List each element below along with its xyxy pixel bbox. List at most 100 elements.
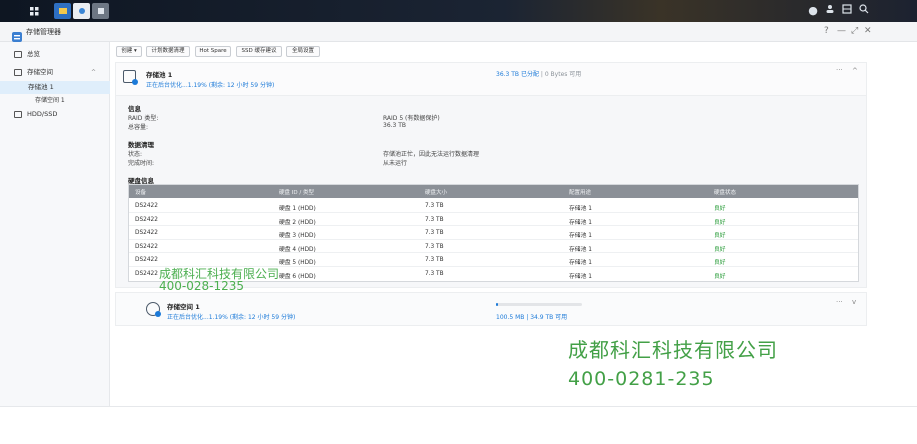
sidebar-item-label: 存储池 1 [28,83,54,91]
cell-allocation: 存储池 1 [569,206,592,212]
cell-disk-id: 硬盘 5 (HDD) [279,260,316,266]
table-row[interactable]: DS2422 硬盘 3 (HDD) 7.3 TB 存储池 1 良好 [129,226,858,240]
cell-device: DS2422 [135,257,158,263]
scrub-status-value: 存储池正忙，因此无法运行数据清理 [383,151,480,158]
sidebar-item-storage-pool-1[interactable]: 存储池 1 [0,81,110,94]
hot-spare-button[interactable]: Hot Spare [195,46,231,57]
pool-status: 正在后台优化...1.19% (剩余: 12 小时 59 分钟) [146,82,275,89]
column-header[interactable]: 硬盘 ID / 类型 [279,188,314,196]
total-capacity-label: 总容量: [128,124,149,131]
cell-allocation: 存储池 1 [569,260,592,266]
table-row[interactable]: DS2422 硬盘 2 (HDD) 7.3 TB 存储池 1 良好 [129,213,858,226]
create-button[interactable]: 创建 ▾ [116,46,142,57]
storage-icon [14,69,22,76]
column-header[interactable]: 硬盘大小 [425,188,447,196]
sidebar-item-volume-1[interactable]: 存储空间 1 [0,94,110,107]
cell-device: DS2422 [135,230,158,236]
app-title: 存储管理器 [26,28,61,36]
cell-allocation: 存储池 1 [569,273,592,280]
ssd-cache-advisor-button[interactable]: SSD 缓存建议 [236,46,282,57]
sidebar-item-label: 存储空间 1 [35,97,65,104]
chat-icon[interactable]: ● [806,4,820,18]
cell-size: 7.3 TB [425,230,444,236]
maximize-button[interactable]: ⤢ [851,26,858,36]
cell-status: 良好 [714,260,726,266]
cell-disk-id: 硬盘 4 (HDD) [279,246,316,253]
table-row[interactable]: DS2422 硬盘 1 (HDD) 7.3 TB 存储池 1 良好 [129,199,858,213]
scrub-last-label: 完成时间: [128,160,155,167]
pool-capacity-used: 36.3 TB 已分配 [496,71,539,78]
cell-device: DS2422 [135,216,158,223]
cell-status: 良好 [714,246,726,253]
table-header: 设备 硬盘 ID / 类型 硬盘大小 配置用途 硬盘状态 [129,185,858,198]
global-settings-button[interactable]: 全局设置 [286,46,320,57]
volume-name: 存储空间 1 [167,303,200,311]
chevron-up-icon[interactable]: ^ [91,66,96,79]
column-header[interactable]: 配置用途 [569,188,591,196]
column-header[interactable]: 硬盘状态 [714,188,736,196]
pool-capacity: 36.3 TB 已分配 | 0 Bytes 可用 [496,69,581,78]
cell-status: 良好 [714,206,726,212]
grid-icon[interactable] [26,3,43,19]
scrub-status-label: 状态: [128,151,143,158]
watermark-phone-large: 400-0281-235 [568,368,715,390]
help-button[interactable]: ? [824,26,829,36]
cell-size: 7.3 TB [425,203,444,209]
storage-pool-1-card[interactable] [115,62,867,96]
cell-status: 良好 [714,233,726,239]
watermark-company-large: 成都科汇科技有限公司 [568,338,778,362]
volume-capacity: 100.5 MB | 34.9 TB 可用 [496,314,568,321]
collapse-icon[interactable]: ^ [852,67,858,75]
total-capacity-value: 36.3 TB [383,122,407,129]
cell-size: 7.3 TB [425,257,444,263]
overview-icon [14,51,22,58]
cell-allocation: 存储池 1 [569,219,592,226]
raid-type-value: RAID 5 (有数据保护) [383,115,440,122]
photo-icon[interactable] [73,3,90,19]
cell-device: DS2422 [135,243,158,250]
cell-device: DS2422 [135,270,158,277]
table-row[interactable]: DS2422 硬盘 4 (HDD) 7.3 TB 存储池 1 良好 [129,240,858,253]
minimize-button[interactable]: — [837,26,846,36]
widgets-icon[interactable] [840,4,854,18]
expand-icon[interactable]: v [852,298,856,306]
scrub-section-title: 数据清理 [128,141,154,149]
sidebar-item-overview[interactable]: 总览 [0,48,110,61]
more-options-icon[interactable]: ··· [836,298,843,306]
watermark-phone-small: 400-028-1235 [159,279,245,293]
more-options-icon[interactable]: ··· [836,66,843,74]
taskbar: ● [0,0,917,22]
cell-status: 良好 [714,273,726,280]
sidebar-item-storage[interactable]: 存储空间 ^ [0,66,110,79]
search-icon[interactable] [857,4,871,18]
info-section-title: 信息 [128,105,141,113]
cell-allocation: 存储池 1 [569,246,592,253]
column-header[interactable]: 设备 [135,188,146,196]
cell-allocation: 存储池 1 [569,233,592,239]
cell-disk-id: 硬盘 3 (HDD) [279,233,316,239]
cell-disk-id: 硬盘 1 (HDD) [279,206,316,212]
disk-icon [14,111,22,118]
app-icon[interactable] [92,3,109,19]
status-dot-icon [155,311,161,317]
window-titlebar: 存储管理器 ? — ⤢ ✕ [0,22,917,42]
cell-size: 7.3 TB [425,216,444,223]
cell-size: 7.3 TB [425,270,444,277]
window-bottom-border [0,406,917,407]
cell-size: 7.3 TB [425,243,444,250]
sidebar-item-hdd-ssd[interactable]: HDD/SSD [0,108,110,121]
close-button[interactable]: ✕ [864,26,872,36]
scrub-last-value: 从未运行 [383,160,408,167]
user-icon[interactable] [823,4,837,18]
cell-device: DS2422 [135,203,158,209]
sidebar-item-label: HDD/SSD [27,110,58,118]
file-station-icon[interactable] [54,3,71,19]
storage-manager-icon [12,27,22,42]
sidebar-item-label: 存储空间 [27,68,53,76]
volume-usage-bar [496,303,582,306]
schedule-scrub-button[interactable]: 计划数据清理 [146,46,190,57]
raid-type-label: RAID 类型: [128,115,159,122]
pool-capacity-free: | 0 Bytes 可用 [540,71,582,78]
pool-name: 存储池 1 [146,71,173,79]
sidebar: 总览 存储空间 ^ 存储池 1 存储空间 1 HDD/SSD [0,42,110,406]
